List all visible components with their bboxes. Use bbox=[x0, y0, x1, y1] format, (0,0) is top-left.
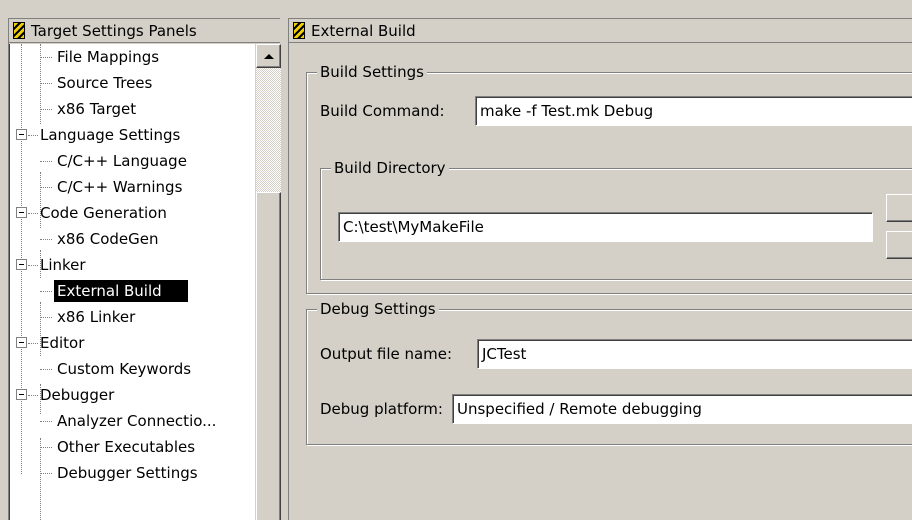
build-command-label: Build Command: bbox=[320, 102, 445, 120]
tree-item-label: Linker bbox=[40, 256, 86, 274]
debug-settings-group: Debug Settings Output file name: JCTest … bbox=[306, 300, 912, 445]
collapse-icon[interactable] bbox=[16, 129, 27, 140]
collapse-icon[interactable] bbox=[16, 259, 27, 270]
tree-item-label: C/C++ Language bbox=[57, 152, 187, 170]
build-directory-legend: Build Directory bbox=[331, 159, 449, 177]
tree-item-editor[interactable]: Editor bbox=[10, 330, 255, 356]
tree-item-file-mappings[interactable]: File Mappings bbox=[10, 44, 255, 70]
tree-item-label: C/C++ Warnings bbox=[57, 178, 183, 196]
build-settings-group: Build Settings Build Command: make -f Te… bbox=[306, 63, 912, 294]
tree-item-debugger-settings[interactable]: Debugger Settings bbox=[10, 460, 255, 486]
scroll-up-button[interactable] bbox=[256, 44, 281, 68]
clear-directory-button[interactable] bbox=[886, 231, 912, 259]
tree-item-label: Debugger bbox=[40, 386, 115, 404]
build-command-input[interactable]: make -f Test.mk Debug bbox=[475, 96, 912, 126]
tree-item-label: Custom Keywords bbox=[57, 360, 192, 378]
tree-item-x86-target[interactable]: x86 Target bbox=[10, 96, 255, 122]
tree-item-language-settings[interactable]: Language Settings bbox=[10, 122, 255, 148]
debug-settings-legend: Debug Settings bbox=[317, 300, 439, 318]
debug-platform-select[interactable]: Unspecified / Remote debugging bbox=[452, 394, 912, 424]
tree-item-c-cpp-language[interactable]: C/C++ Language bbox=[10, 148, 255, 174]
tree-item-label: Other Executables bbox=[57, 438, 196, 456]
tree-item-custom-keywords[interactable]: Custom Keywords bbox=[10, 356, 255, 382]
tree-item-debugger[interactable]: Debugger bbox=[10, 382, 255, 408]
tree-item-label: Source Trees bbox=[57, 74, 153, 92]
tree-item-external-build[interactable]: External Build bbox=[10, 278, 255, 304]
tree-item-label: File Mappings bbox=[57, 48, 160, 66]
settings-tree[interactable]: File Mappings Source Trees x86 Target La… bbox=[9, 44, 255, 520]
debug-platform-label: Debug platform: bbox=[320, 400, 443, 418]
output-file-name-input[interactable]: JCTest bbox=[477, 339, 912, 369]
tree-item-label: Analyzer Connectio... bbox=[57, 412, 217, 430]
tree-item-code-generation[interactable]: Code Generation bbox=[10, 200, 255, 226]
collapse-icon[interactable] bbox=[16, 207, 27, 218]
choose-directory-button[interactable] bbox=[886, 194, 912, 222]
output-file-name-label: Output file name: bbox=[320, 345, 453, 363]
target-settings-panels: Target Settings Panels File Mappings Sou… bbox=[8, 18, 281, 520]
tree-item-analyzer-connections[interactable]: Analyzer Connectio... bbox=[10, 408, 255, 434]
tree-item-linker[interactable]: Linker bbox=[10, 252, 255, 278]
external-build-panel: External Build Build Settings Build Comm… bbox=[288, 18, 912, 520]
build-settings-legend: Build Settings bbox=[317, 63, 427, 81]
collapse-icon[interactable] bbox=[16, 389, 27, 400]
tree-item-x86-linker[interactable]: x86 Linker bbox=[10, 304, 255, 330]
tree-item-label: x86 CodeGen bbox=[57, 230, 159, 248]
build-directory-path-input[interactable]: C:\test\MyMakeFile bbox=[338, 212, 873, 242]
tree-scrollbar[interactable] bbox=[256, 44, 281, 520]
tree-item-label: x86 Target bbox=[57, 100, 137, 118]
settings-panel-icon bbox=[13, 22, 25, 39]
panels-header-title: Target Settings Panels bbox=[31, 21, 197, 40]
tree-item-source-trees[interactable]: Source Trees bbox=[10, 70, 255, 96]
scroll-thumb[interactable] bbox=[256, 192, 281, 520]
panel-title: External Build bbox=[311, 21, 416, 40]
tree-item-label: x86 Linker bbox=[57, 308, 136, 326]
external-build-header: External Build bbox=[289, 19, 912, 43]
tree-item-label: Debugger Settings bbox=[57, 464, 198, 482]
tree-item-c-cpp-warnings[interactable]: C/C++ Warnings bbox=[10, 174, 255, 200]
tree-item-label: Language Settings bbox=[40, 126, 181, 144]
arrow-up-icon bbox=[263, 53, 274, 59]
tree-item-x86-codegen[interactable]: x86 CodeGen bbox=[10, 226, 255, 252]
tree-item-label: Editor bbox=[40, 334, 85, 352]
panels-header: Target Settings Panels bbox=[9, 19, 280, 43]
tree-item-label: Code Generation bbox=[40, 204, 167, 222]
build-directory-group: Build Directory C:\test\MyMakeFile bbox=[320, 159, 912, 280]
settings-panel-icon bbox=[293, 22, 305, 39]
tree-item-other-executables[interactable]: Other Executables bbox=[10, 434, 255, 460]
tree-item-label: External Build bbox=[54, 280, 188, 302]
collapse-icon[interactable] bbox=[16, 337, 27, 348]
